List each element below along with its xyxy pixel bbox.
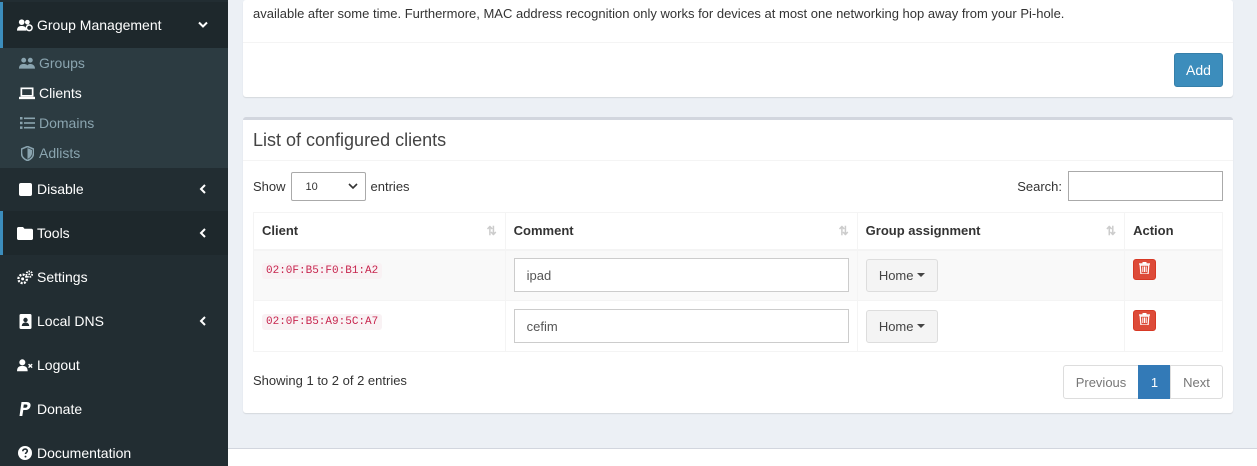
entries-label: entries [370,179,410,194]
add-client-box: available after some time. Furthermore, … [243,0,1233,97]
page-length-value: 10 [305,180,318,193]
sort-icon: ⇅ [486,224,497,238]
caret-down-icon [916,324,925,328]
trash-icon [1139,261,1151,277]
sidebar-item-label: Logout [37,357,80,373]
sidebar-item-label: Clients [39,85,82,101]
group-label: Home [878,267,914,283]
sidebar-item-local-dns[interactable]: Local DNS [0,300,228,342]
sidebar-item-label: Groups [39,55,85,71]
action-cell [1124,300,1223,352]
folder-icon [17,225,33,241]
page-1-button[interactable]: 1 [1138,365,1171,399]
sidebar-item-adlists[interactable]: Adlists [0,140,228,166]
sidebar-item-documentation[interactable]: Documentation [0,432,228,466]
address-book-icon [17,313,33,329]
column-header-client[interactable]: Client ⇅ [253,212,506,251]
previous-page-button[interactable]: Previous [1063,365,1139,399]
page-length-control: Show 10 entries [253,172,410,201]
sidebar-item-tools[interactable]: Tools [0,211,228,255]
user-times-icon [17,357,33,373]
group-select-button[interactable]: Home [865,309,938,343]
group-cell: Home [856,249,1126,301]
question-circle-icon [17,445,33,461]
list-icon [19,115,35,131]
chevron-left-icon [198,184,208,194]
delete-button[interactable] [1133,258,1157,280]
box-divider [243,42,1233,43]
clients-list-box: List of configured clients Show 10 entri… [243,117,1233,413]
chevron-down-icon [198,20,208,30]
sidebar-item-label: Settings [37,269,88,285]
sidebar-item-domains[interactable]: Domains [0,110,228,136]
action-cell [1124,249,1223,301]
client-cell: 02:0F:B5:F0:B1:A2 [253,249,506,301]
show-label: Show [253,179,286,194]
table-header-row: Client ⇅ Comment ⇅ Group assignment ⇅ Actio… [253,212,1223,251]
comment-cell: cefim [504,300,858,352]
column-header-comment[interactable]: Comment ⇅ [504,212,858,251]
column-header-group[interactable]: Group assignment ⇅ [856,212,1126,251]
pagination: Previous 1 Next [1063,365,1223,399]
sidebar-item-group-management[interactable]: Group Management [0,2,228,48]
sidebar-item-clients[interactable]: Clients [0,80,228,106]
sidebar-item-donate[interactable]: Donate [0,388,228,430]
sidebar-item-label: Group Management [37,17,162,33]
sidebar-item-label: Adlists [39,145,81,161]
footer [228,448,1257,466]
sort-icon: ⇅ [838,224,849,238]
table-info: Showing 1 to 2 of 2 entries [253,373,407,388]
sidebar-item-logout[interactable]: Logout [0,344,228,386]
sidebar-item-label: Donate [37,401,83,417]
sidebar-item-groups[interactable]: Groups [0,50,228,76]
sidebar-item-label: Domains [39,115,95,131]
sidebar: Group Management Groups Clients Domains [0,0,228,466]
group-select-button[interactable]: Home [865,258,938,292]
comment-cell: ipad [504,249,858,301]
chevron-down-icon [347,181,358,193]
client-mac: 02:0F:B5:F0:B1:A2 [262,263,383,280]
trash-icon [1139,312,1151,328]
column-header-action: Action [1124,212,1223,251]
box-title: List of configured clients [253,130,447,150]
gears-icon [17,269,33,285]
sidebar-item-label: Disable [37,181,84,197]
sidebar-item-label: Tools [37,225,70,241]
next-page-button[interactable]: Next [1170,365,1223,399]
table-row: 02:0F:B5:A9:5C:A7 cefim Home [253,300,1223,352]
stop-icon [17,181,33,197]
client-cell: 02:0F:B5:A9:5C:A7 [253,300,506,352]
table-row: 02:0F:B5:F0:B1:A2 ipad Home [253,249,1223,301]
client-mac: 02:0F:B5:A9:5C:A7 [262,314,383,330]
sidebar-item-label: Local DNS [37,313,104,329]
search-label: Search: [1017,178,1062,194]
shield-icon [19,145,35,161]
users-icon [19,55,35,71]
comment-input[interactable]: cefim [513,309,849,343]
group-label: Home [878,318,914,334]
clients-table: Client ⇅ Comment ⇅ Group assignment ⇅ Actio… [253,212,1223,352]
sidebar-item-disable[interactable]: Disable [0,168,228,210]
add-button[interactable]: Add [1174,53,1223,87]
group-cell: Home [856,300,1126,352]
box-divider [243,160,1233,161]
paypal-icon [17,401,33,417]
users-cog-icon [17,17,33,33]
delete-button[interactable] [1133,309,1157,331]
chevron-left-icon [198,228,208,238]
sidebar-item-label: Documentation [37,445,132,461]
laptop-icon [19,85,35,101]
page-length-select[interactable]: 10 [290,172,366,201]
sidebar-item-settings[interactable]: Settings [0,256,228,298]
chevron-left-icon [198,316,208,326]
group-management-submenu: Groups Clients Domains Adlists [0,48,228,168]
mac-info-text: available after some time. Furthermore, … [253,6,1065,21]
caret-down-icon [916,273,925,278]
sort-icon: ⇅ [1106,224,1117,238]
comment-input[interactable]: ipad [513,258,849,293]
search-input[interactable] [1068,171,1223,201]
search-control: Search: [1017,171,1223,201]
